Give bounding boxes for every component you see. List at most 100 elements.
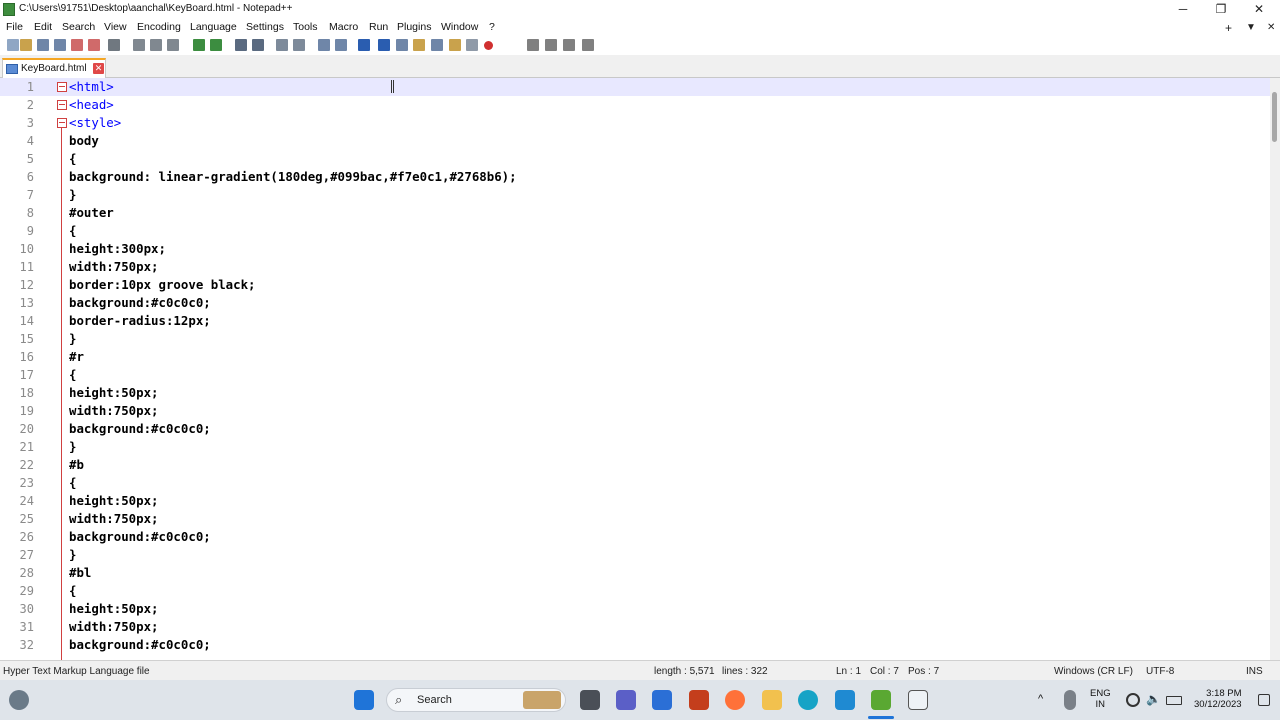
document-map-icon[interactable]	[413, 39, 425, 51]
code-line[interactable]: 31 width:750px;	[0, 618, 1270, 636]
save-all-icon[interactable]	[54, 39, 66, 51]
save-icon[interactable]	[37, 39, 49, 51]
code-line[interactable]: 16 #r	[0, 348, 1270, 366]
code-line[interactable]: 25 width:750px;	[0, 510, 1270, 528]
sync-horizontal-icon[interactable]	[335, 39, 347, 51]
start-icon[interactable]	[354, 690, 374, 710]
undo-icon[interactable]	[193, 39, 205, 51]
vscode-icon[interactable]	[835, 690, 855, 710]
maximize-button[interactable]: ❐	[1202, 0, 1240, 19]
play-macro-icon[interactable]	[545, 39, 557, 51]
open-file-icon[interactable]	[20, 39, 32, 51]
new-file-icon[interactable]	[7, 39, 19, 51]
code-line[interactable]: 3 <style>	[0, 114, 1270, 132]
code-line[interactable]: 13 background:#c0c0c0;	[0, 294, 1270, 312]
redo-icon[interactable]	[210, 39, 222, 51]
teams-icon[interactable]	[616, 690, 636, 710]
copy-icon[interactable]	[150, 39, 162, 51]
code-line[interactable]: 26 background:#c0c0c0;	[0, 528, 1270, 546]
vertical-scrollbar[interactable]	[1270, 78, 1280, 660]
code-line[interactable]: 12 border:10px groove black;	[0, 276, 1270, 294]
zoom-in-icon[interactable]	[276, 39, 288, 51]
code-line[interactable]: 27}	[0, 546, 1270, 564]
code-line[interactable]: 32 background:#c0c0c0;	[0, 636, 1270, 654]
close-document-icon[interactable]: ✕	[1267, 22, 1275, 33]
code-line[interactable]: 1 <html>	[0, 78, 1270, 96]
menu-file[interactable]: File	[6, 21, 23, 33]
weather-widget-icon[interactable]	[9, 690, 29, 710]
zoom-out-icon[interactable]	[293, 39, 305, 51]
language-indicator[interactable]: ENG IN	[1090, 688, 1111, 710]
code-line[interactable]: 10 height:300px;	[0, 240, 1270, 258]
menu-encoding[interactable]: Encoding	[137, 21, 181, 33]
code-editor[interactable]: 1 <html> 2 <head> 3 <style> 4 body 5{6 background…	[0, 78, 1270, 660]
notification-icon[interactable]	[1258, 694, 1270, 706]
print-icon[interactable]	[108, 39, 120, 51]
indent-guide-icon[interactable]	[396, 39, 408, 51]
folder-workspace-icon[interactable]	[449, 39, 461, 51]
file-explorer-icon[interactable]	[762, 690, 782, 710]
menu-search[interactable]: Search	[62, 21, 95, 33]
firefox-icon[interactable]	[725, 690, 745, 710]
scrollbar-thumb[interactable]	[1272, 92, 1277, 142]
code-line[interactable]: 28 #bl	[0, 564, 1270, 582]
code-line[interactable]: 17 {	[0, 366, 1270, 384]
record-macro-icon[interactable]	[484, 41, 493, 50]
status-insert-mode[interactable]: INS	[1246, 666, 1263, 677]
close-all-icon[interactable]	[88, 39, 100, 51]
function-list-icon[interactable]	[431, 39, 443, 51]
code-line[interactable]: 18 height:50px;	[0, 384, 1270, 402]
code-line[interactable]: 21}	[0, 438, 1270, 456]
menu-window[interactable]: Window	[441, 21, 478, 33]
code-line[interactable]: 5{	[0, 150, 1270, 168]
code-line[interactable]: 4 body	[0, 132, 1270, 150]
store-icon[interactable]	[652, 690, 672, 710]
code-line[interactable]: 20 background:#c0c0c0;	[0, 420, 1270, 438]
replace-icon[interactable]	[252, 39, 264, 51]
edge-icon[interactable]	[798, 690, 818, 710]
office-icon[interactable]	[689, 690, 709, 710]
menu-view[interactable]: View	[104, 21, 127, 33]
code-line[interactable]: 14 border-radius:12px;	[0, 312, 1270, 330]
code-line[interactable]: 19 width:750px;	[0, 402, 1270, 420]
code-line[interactable]: 22 #b	[0, 456, 1270, 474]
sync-vertical-icon[interactable]	[318, 39, 330, 51]
network-icon[interactable]	[1126, 693, 1140, 707]
code-line[interactable]: 23 {	[0, 474, 1270, 492]
snipping-tool-icon[interactable]	[908, 690, 928, 710]
code-line[interactable]: 8 #outer	[0, 204, 1270, 222]
menu-help[interactable]: ?	[489, 21, 495, 33]
task-view-icon[interactable]	[580, 690, 600, 710]
menu-settings[interactable]: Settings	[246, 21, 284, 33]
menu-run[interactable]: Run	[369, 21, 388, 33]
close-window-button[interactable]: ✕	[1240, 0, 1278, 19]
code-line[interactable]: 9{	[0, 222, 1270, 240]
minimize-button[interactable]: ─	[1164, 0, 1202, 19]
stop-macro-icon[interactable]	[527, 39, 539, 51]
cut-icon[interactable]	[133, 39, 145, 51]
paste-icon[interactable]	[167, 39, 179, 51]
status-eol[interactable]: Windows (CR LF)	[1054, 666, 1133, 677]
tab-list-dropdown-icon[interactable]: ▼	[1246, 22, 1256, 33]
fold-toggle-icon[interactable]	[57, 82, 67, 92]
tab-keyboard-html[interactable]: KeyBoard.html ✕	[2, 58, 106, 78]
find-icon[interactable]	[235, 39, 247, 51]
run-macro-multiple-icon[interactable]	[563, 39, 575, 51]
show-all-characters-icon[interactable]	[378, 39, 390, 51]
menu-edit[interactable]: Edit	[34, 21, 52, 33]
code-line[interactable]: 15}	[0, 330, 1270, 348]
monitoring-icon[interactable]	[466, 39, 478, 51]
code-line[interactable]: 6 background: linear-gradient(180deg,#099…	[0, 168, 1270, 186]
word-wrap-icon[interactable]	[358, 39, 370, 51]
menu-plugins[interactable]: Plugins	[397, 21, 431, 33]
code-line[interactable]: 2 <head>	[0, 96, 1270, 114]
new-tab-plus-icon[interactable]: +	[1225, 21, 1232, 35]
code-line[interactable]: 11 width:750px;	[0, 258, 1270, 276]
chevron-up-icon[interactable]: ^	[1038, 693, 1043, 705]
code-line[interactable]: 7}	[0, 186, 1270, 204]
fold-toggle-icon[interactable]	[57, 118, 67, 128]
menu-macro[interactable]: Macro	[329, 21, 358, 33]
tab-close-icon[interactable]: ✕	[93, 63, 104, 74]
code-line[interactable]: 24 height:50px;	[0, 492, 1270, 510]
microphone-icon[interactable]	[1064, 690, 1076, 710]
